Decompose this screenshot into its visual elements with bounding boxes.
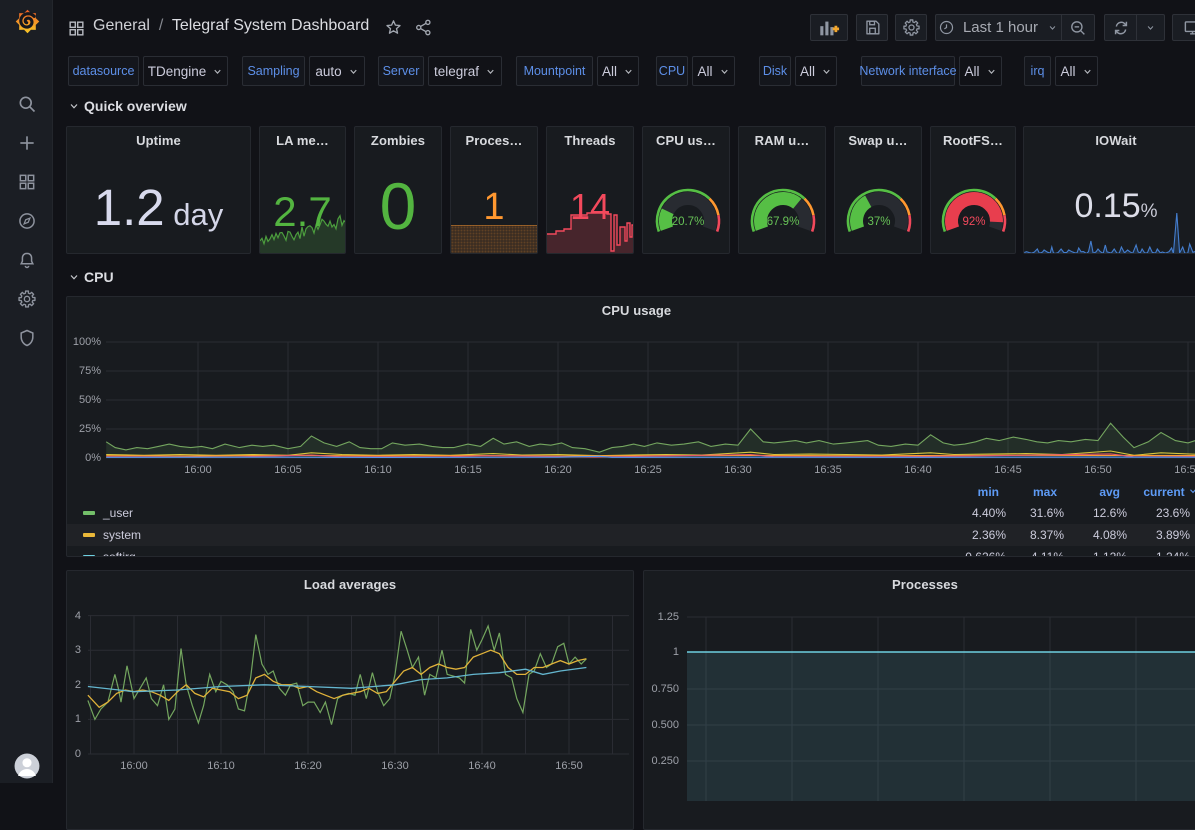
svg-text:20.7%: 20.7% [672, 216, 705, 228]
svg-text:67.9%: 67.9% [767, 216, 800, 228]
svg-text:92%: 92% [962, 216, 985, 228]
svg-text:37%: 37% [867, 216, 890, 228]
